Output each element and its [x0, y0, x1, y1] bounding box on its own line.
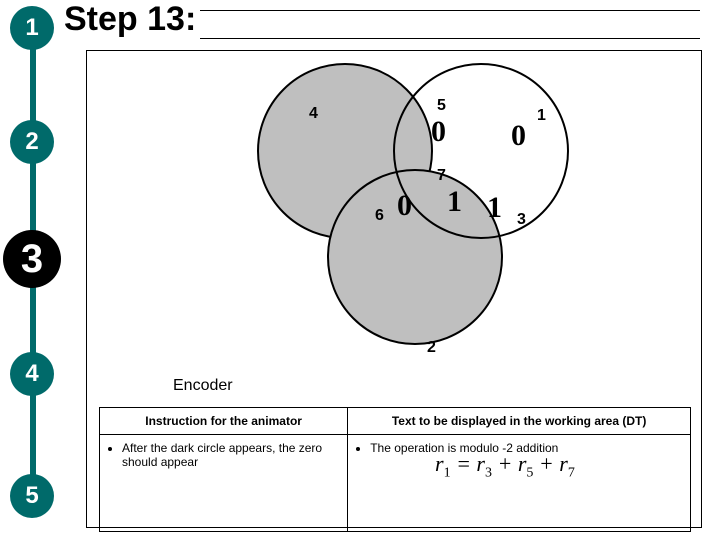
venn-region-5-label: 5	[437, 97, 446, 115]
stepper: 1 2 3 4 5	[6, 6, 56, 536]
table-cell-left: After the dark circle appears, the zero …	[100, 435, 348, 532]
step-2-label: 2	[25, 128, 38, 156]
table-header-left: Instruction for the animator	[100, 408, 348, 435]
step-1-label: 1	[25, 14, 38, 42]
table-header-row: Instruction for the animator Text to be …	[100, 408, 691, 435]
table-row: After the dark circle appears, the zero …	[100, 435, 691, 532]
slide: 1 2 3 4 5 Step 13: 4 5 1 7 6 3 2 0 0 0 1	[0, 0, 720, 540]
step-4[interactable]: 4	[10, 352, 54, 396]
venn-bit-r7: 1	[447, 185, 462, 219]
venn-region-7-label: 7	[437, 167, 446, 185]
formula-t1-var: r	[476, 451, 485, 476]
venn-bit-r3: 1	[487, 191, 502, 225]
encoder-label: Encoder	[173, 377, 233, 395]
formula-plus1: +	[492, 451, 518, 476]
step-5-label: 5	[25, 482, 38, 510]
venn-region-1-label: 1	[537, 107, 546, 125]
animator-instruction: After the dark circle appears, the zero …	[122, 441, 339, 469]
venn-bit-r1: 0	[511, 119, 526, 153]
formula-t3-var: r	[559, 451, 568, 476]
step-2[interactable]: 2	[10, 120, 54, 164]
step-4-label: 4	[25, 360, 38, 388]
formula-t1-sub: 3	[485, 465, 492, 480]
step-3-label: 3	[21, 237, 43, 282]
table-cell-right: The operation is modulo -2 addition	[348, 435, 691, 532]
formula-plus2: +	[533, 451, 559, 476]
title-rule-top	[200, 10, 700, 39]
formula-eq: =	[451, 451, 477, 476]
table-header-right: Text to be displayed in the working area…	[348, 408, 691, 435]
page-title: Step 13:	[64, 0, 196, 39]
venn-circle-right	[393, 63, 569, 239]
venn-diagram: 4 5 1 7 6 3 2 0 0 0 1 1	[247, 63, 587, 363]
venn-bit-r5: 0	[431, 115, 446, 149]
step-1[interactable]: 1	[10, 6, 54, 50]
instruction-table: Instruction for the animator Text to be …	[99, 407, 691, 532]
formula-lhs-var: r	[435, 451, 444, 476]
working-area: 4 5 1 7 6 3 2 0 0 0 1 1 Encoder Instruct…	[86, 50, 702, 528]
step-3-current[interactable]: 3	[3, 230, 61, 288]
venn-region-4-label: 4	[309, 105, 318, 123]
venn-region-2-label: 2	[427, 339, 436, 357]
formula-t3-sub: 7	[568, 465, 575, 480]
formula: r1 = r3 + r5 + r7	[435, 451, 575, 481]
title-rule-bottom	[200, 38, 700, 39]
venn-bit-r6: 0	[397, 189, 412, 223]
venn-region-6-label: 6	[375, 207, 384, 225]
formula-lhs-sub: 1	[444, 465, 451, 480]
step-5[interactable]: 5	[10, 474, 54, 518]
venn-region-3-label: 3	[517, 211, 526, 229]
